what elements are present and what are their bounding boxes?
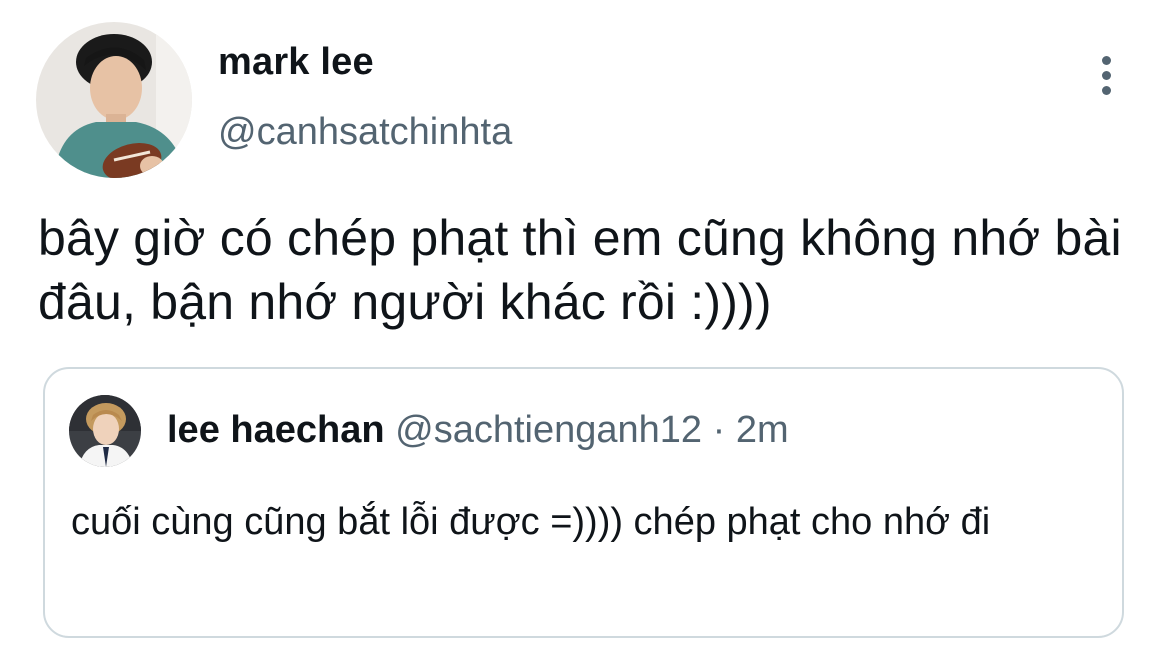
- more-vertical-icon: [1102, 86, 1111, 95]
- profile-photo-icon: [36, 22, 192, 178]
- more-vertical-icon: [1102, 71, 1111, 80]
- author-handle[interactable]: @canhsatchinhta: [218, 108, 512, 156]
- quoted-tweet-card[interactable]: lee haechan @sachtienganh12 · 2m cuối cù…: [43, 367, 1124, 638]
- quoted-author-avatar[interactable]: [69, 395, 141, 467]
- quoted-tweet-timestamp[interactable]: 2m: [736, 409, 789, 451]
- quoted-author-display-name[interactable]: lee haechan: [167, 409, 385, 451]
- author-avatar[interactable]: [36, 22, 192, 178]
- quoted-tweet-text: cuối cùng cũng bắt lỗi được =)))) chép p…: [71, 501, 991, 543]
- quoted-author-handle[interactable]: @sachtienganh12: [395, 409, 702, 451]
- profile-photo-icon: [69, 395, 141, 467]
- header-separator: ·: [712, 409, 726, 451]
- author-display-name[interactable]: mark lee: [218, 38, 374, 86]
- quoted-tweet-header: lee haechan @sachtienganh12 · 2m: [167, 406, 789, 454]
- tweet-text: bây giờ có chép phạt thì em cũng không n…: [38, 210, 1122, 330]
- more-vertical-icon: [1102, 56, 1111, 65]
- more-options-button[interactable]: [1092, 50, 1122, 100]
